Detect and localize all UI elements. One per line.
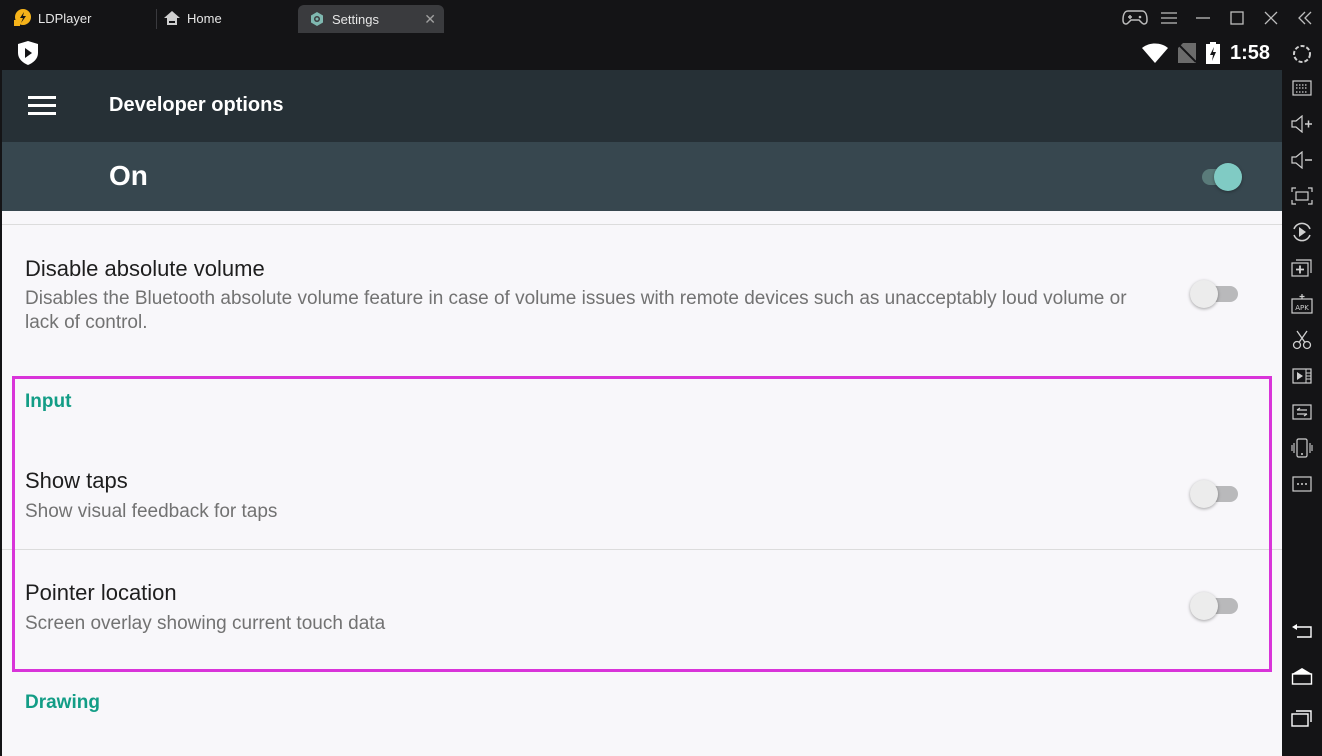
close-icon — [1264, 11, 1278, 25]
android-status-bar: 1:58 — [0, 36, 1282, 70]
pref-summary: Show visual feedback for taps — [25, 501, 278, 522]
divider — [2, 549, 1282, 550]
hamburger-line — [28, 96, 56, 99]
minimize-button[interactable] — [1186, 6, 1220, 30]
add-window-icon — [1291, 259, 1312, 277]
sidebar-back-button[interactable] — [1290, 619, 1314, 643]
category-input: Input — [25, 391, 72, 412]
keyboard-icon — [1292, 80, 1312, 96]
volume-up-icon — [1291, 115, 1312, 133]
minimize-icon — [1196, 17, 1210, 19]
hamburger-line — [28, 112, 56, 115]
status-time: 1:58 — [1229, 41, 1270, 64]
maximize-icon — [1230, 11, 1244, 25]
master-switch-label: On — [109, 160, 148, 191]
record-icon — [1293, 222, 1311, 242]
hamburger-line — [28, 104, 56, 107]
maximize-button[interactable] — [1220, 6, 1254, 30]
switch-thumb — [1190, 592, 1218, 620]
shield-play-icon — [18, 41, 38, 65]
sidebar-more-button[interactable] — [1290, 472, 1314, 496]
app-brand: LDPlayer — [12, 8, 91, 28]
pref-title: Show taps — [25, 468, 128, 493]
sidebar-recent-apps-button[interactable] — [1290, 706, 1314, 730]
developer-options-screen: Developer options On Disable absolute vo… — [0, 70, 1282, 756]
ldplayer-logo-icon — [14, 9, 31, 26]
sidebar-install-apk-button[interactable]: APK — [1290, 292, 1314, 316]
video-icon — [1292, 368, 1312, 384]
collapse-sidebar-icon — [1298, 11, 1312, 25]
tab-home[interactable]: Home — [164, 8, 222, 28]
tab-home-label: Home — [187, 10, 222, 26]
settings-gear-icon — [311, 12, 323, 26]
switch-thumb — [1214, 163, 1242, 191]
sidebar-settings-button[interactable] — [1290, 42, 1314, 66]
install-apk-icon: APK — [1291, 294, 1313, 314]
disable-absolute-volume-toggle[interactable] — [1190, 276, 1242, 310]
gamepad-button[interactable] — [1118, 6, 1152, 30]
pref-title: Disable absolute volume — [25, 256, 265, 281]
battery-charging-icon — [1205, 42, 1220, 64]
menu-icon — [1161, 12, 1177, 24]
sidebar-video-button[interactable] — [1290, 364, 1314, 388]
tab-settings-label: Settings — [332, 11, 379, 27]
sidebar-volume-down-button[interactable] — [1290, 148, 1314, 172]
sync-icon — [1292, 404, 1312, 420]
screenshot-icon — [1291, 187, 1313, 205]
app-bar: Developer options — [2, 70, 1282, 142]
window-controls — [1118, 6, 1322, 30]
wifi-icon — [1141, 43, 1168, 63]
pref-summary: Disables the Bluetooth absolute volume f… — [25, 288, 1127, 333]
page-title: Developer options — [109, 94, 284, 116]
master-switch-toggle[interactable] — [1190, 159, 1242, 193]
sidebar-keyboard-button[interactable] — [1290, 76, 1314, 100]
pointer-location-toggle[interactable] — [1190, 588, 1242, 622]
pref-title: Pointer location — [25, 580, 177, 605]
app-name: LDPlayer — [38, 10, 92, 26]
navigation-drawer-button[interactable] — [28, 96, 58, 116]
switch-thumb — [1190, 280, 1218, 308]
show-taps-toggle[interactable] — [1190, 476, 1242, 510]
tab-close-icon[interactable]: ✕ — [424, 11, 436, 28]
collapse-sidebar-button[interactable] — [1288, 6, 1322, 30]
sidebar-scissors-button[interactable] — [1290, 328, 1314, 352]
master-switch-bar[interactable]: On — [2, 142, 1282, 211]
category-drawing: Drawing — [25, 692, 100, 713]
divider — [2, 224, 1282, 225]
recent-apps-icon — [1291, 710, 1312, 727]
menu-button[interactable] — [1152, 6, 1186, 30]
shake-icon — [1291, 438, 1313, 458]
pref-summary: Screen overlay showing current touch dat… — [25, 613, 386, 634]
switch-thumb — [1190, 480, 1218, 508]
sidebar-screenshot-button[interactable] — [1290, 184, 1314, 208]
sidebar-shake-button[interactable] — [1290, 436, 1314, 460]
status-indicators: 1:58 — [1141, 40, 1270, 66]
volume-down-icon — [1291, 151, 1312, 169]
close-button[interactable] — [1254, 6, 1288, 30]
home-icon — [164, 11, 180, 25]
sidebar-home-button[interactable] — [1290, 664, 1314, 688]
sidebar-record-button[interactable] — [1290, 220, 1314, 244]
home-nav-icon — [1291, 668, 1313, 685]
tab-separator — [156, 9, 157, 29]
settings-icon — [1293, 45, 1311, 63]
gamepad-icon — [1122, 10, 1148, 25]
svg-text:APK: APK — [1295, 304, 1309, 312]
window-title-bar: LDPlayer Home Settings ✕ — [0, 0, 1322, 36]
back-icon — [1292, 624, 1312, 638]
no-sim-icon — [1177, 43, 1196, 63]
more-icon — [1292, 476, 1312, 492]
scissors-icon — [1292, 330, 1312, 350]
sidebar-add-window-button[interactable] — [1290, 256, 1314, 280]
tab-settings[interactable]: Settings ✕ — [298, 5, 444, 33]
sidebar-volume-up-button[interactable] — [1290, 112, 1314, 136]
emulator-sidebar: APK — [1282, 36, 1322, 756]
sidebar-sync-button[interactable] — [1290, 400, 1314, 424]
